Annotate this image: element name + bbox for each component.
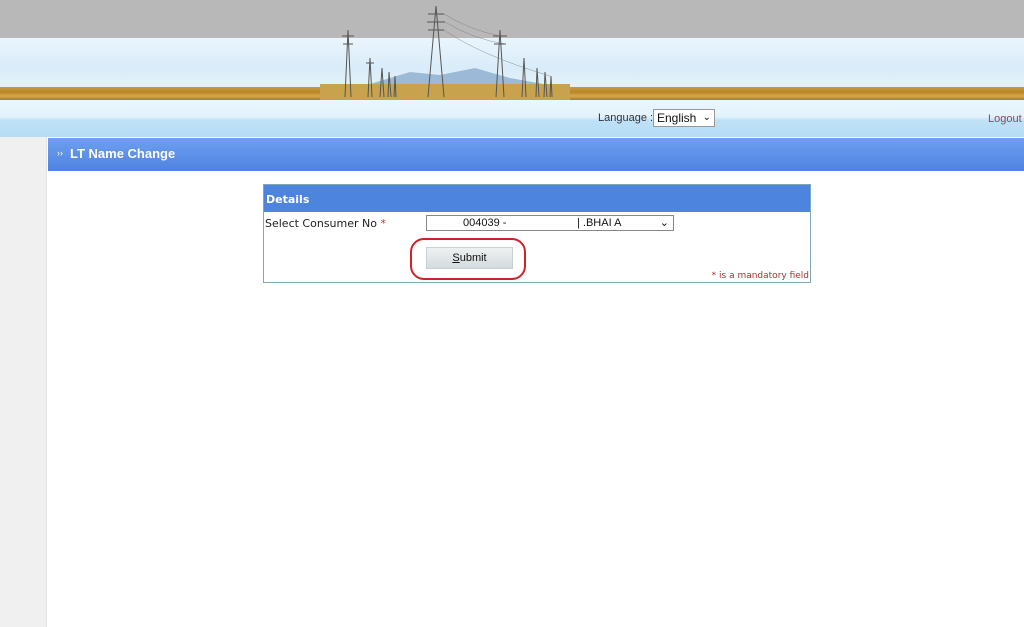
page-title-bar: ›› LT Name Change	[48, 138, 1024, 171]
consumer-no-select[interactable]: 004039 - | .BHAI A ⌄	[426, 215, 674, 231]
consumer-no-label-text: Select Consumer No	[265, 217, 377, 230]
mandatory-field-note: * is a mandatory field	[712, 271, 809, 281]
language-label: Language :	[598, 112, 654, 124]
left-sidebar	[0, 137, 47, 627]
consumer-select-value-part2: | .BHAI A	[577, 217, 622, 229]
page-title: LT Name Change	[70, 146, 176, 161]
chevron-down-icon: ⌄	[702, 112, 711, 123]
details-panel-title: Details	[266, 193, 310, 206]
details-panel-header: Details	[264, 185, 810, 212]
power-towers-image	[320, 5, 570, 100]
header-banner	[0, 0, 1024, 100]
language-selected-value: English	[657, 111, 697, 125]
details-panel: Details Select Consumer No * 004039 - | …	[263, 184, 811, 283]
language-select[interactable]: English ⌄	[653, 109, 715, 127]
mandatory-note-text: is a mandatory field	[716, 271, 809, 281]
consumer-no-label: Select Consumer No *	[265, 217, 386, 230]
double-chevron-right-icon: ››	[57, 148, 63, 158]
submit-button[interactable]: Submit	[426, 247, 513, 269]
top-navbar	[0, 100, 1024, 137]
submit-label-rest: ubmit	[459, 252, 487, 264]
consumer-select-value-part1: 004039 -	[463, 217, 507, 229]
submit-accesskey: S	[452, 252, 460, 264]
chevron-down-icon: ⌄	[659, 217, 669, 229]
logout-link[interactable]: Logout	[988, 113, 1022, 125]
required-marker: *	[380, 217, 386, 230]
